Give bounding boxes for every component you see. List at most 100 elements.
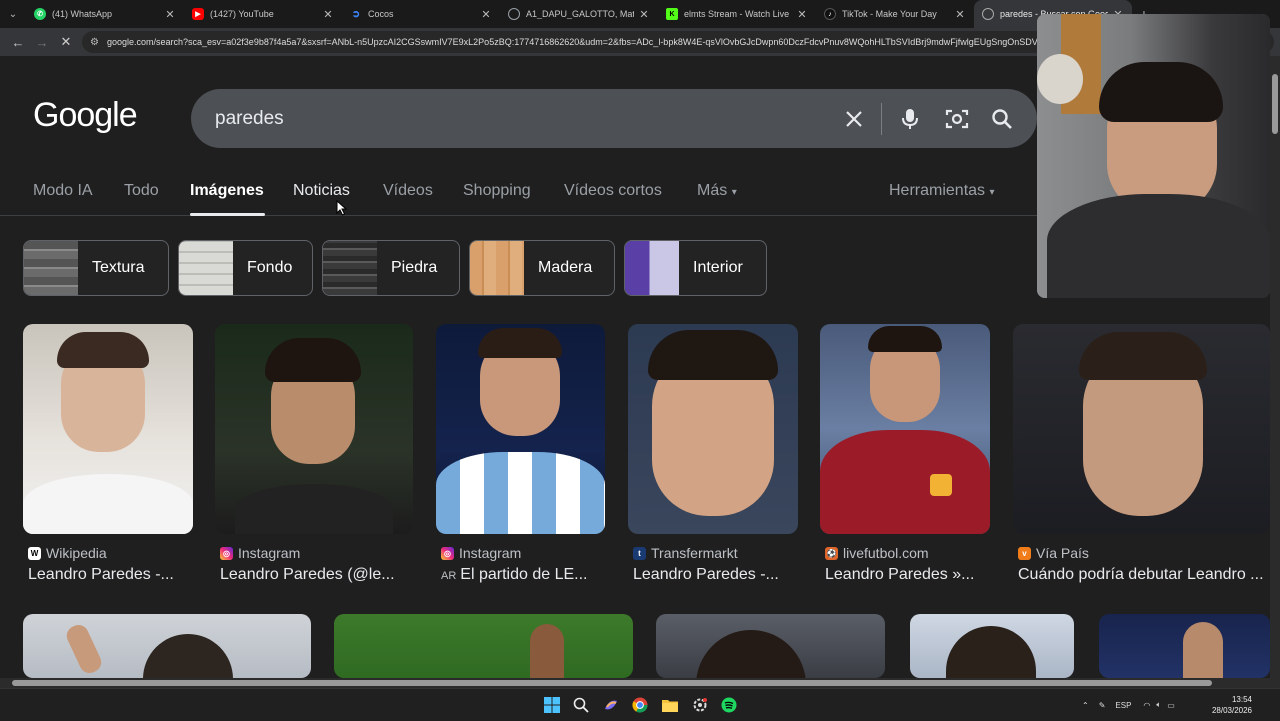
site-info-icon[interactable]: ⚙ [90, 37, 99, 48]
chip-label: Textura [92, 259, 145, 276]
tab-todo[interactable]: Todo [124, 182, 159, 200]
result-title-6[interactable]: Cuándo podría debutar Leandro ... [1018, 566, 1268, 584]
instagram-icon: ◎ [220, 546, 233, 560]
chip-madera[interactable]: Madera [469, 240, 615, 296]
chrome-icon[interactable] [630, 695, 650, 715]
shirt-shape [23, 474, 193, 534]
tab-shopping[interactable]: Shopping [463, 182, 531, 200]
result-source-2[interactable]: ◎ Instagram [220, 545, 300, 561]
result-image-11[interactable] [1099, 614, 1270, 678]
result-image-4[interactable] [628, 324, 798, 534]
chip-fondo[interactable]: Fondo [178, 240, 313, 296]
forward-icon[interactable]: → [30, 30, 54, 54]
browser-tab-cocos[interactable]: ➲ Cocos ✕ [342, 0, 500, 28]
result-image-7[interactable] [23, 614, 311, 678]
close-tab-icon[interactable]: ✕ [164, 8, 176, 21]
close-tab-icon[interactable]: ✕ [480, 8, 492, 21]
source-label: Wikipedia [46, 545, 107, 561]
result-title-2[interactable]: Leandro Paredes (@le... [220, 566, 415, 584]
result-image-8[interactable] [334, 614, 633, 678]
result-image-10[interactable] [910, 614, 1074, 678]
tools-button[interactable]: Herramientas ▾ [889, 182, 995, 200]
result-image-1[interactable] [23, 324, 193, 534]
browser-tab-youtube[interactable]: ▶ (1427) YouTube ✕ [184, 0, 342, 28]
clear-icon[interactable] [841, 106, 867, 132]
search-input[interactable]: paredes [215, 108, 284, 130]
volume-icon[interactable]: 🔈︎ [1156, 700, 1161, 710]
stop-loading-icon[interactable]: ✕ [54, 30, 78, 54]
chip-interior[interactable]: Interior [624, 240, 767, 296]
scroll-thumb[interactable] [1272, 74, 1278, 134]
wikipedia-icon: W [28, 546, 41, 560]
result-source-5[interactable]: ⚽ livefutbol.com [825, 545, 929, 561]
chip-textura[interactable]: Textura [23, 240, 169, 296]
close-tab-icon[interactable]: ✕ [322, 8, 334, 21]
result-source-6[interactable]: v Vía País [1018, 545, 1089, 561]
result-image-2[interactable] [215, 324, 413, 534]
result-image-9[interactable] [656, 614, 885, 678]
source-label: Vía País [1036, 545, 1089, 561]
file-explorer-icon[interactable] [660, 695, 680, 715]
url-text: google.com/search?sca_esv=a02f3e9b87f4a5… [106, 37, 1045, 47]
copilot-icon[interactable] [601, 695, 621, 715]
close-tab-icon[interactable]: ✕ [954, 8, 966, 21]
close-tab-icon[interactable]: ✕ [796, 8, 808, 21]
clock[interactable]: 13:54 28/03/2026 [1204, 694, 1252, 716]
tab-videos-cortos[interactable]: Vídeos cortos [564, 182, 662, 200]
result-source-1[interactable]: W Wikipedia [28, 545, 107, 561]
chevron-up-icon[interactable]: ⌃ [1082, 701, 1089, 710]
source-label: Instagram [459, 545, 522, 561]
tab-search-dropdown[interactable]: ⌄ [0, 0, 26, 28]
browser-tab-pdf[interactable]: A1_DAPU_GALOTTO, Matias.pd ✕ [500, 0, 658, 28]
wifi-icon[interactable]: ◠ [1143, 701, 1150, 710]
settings-icon[interactable] [690, 695, 710, 715]
result-source-4[interactable]: t Transfermarkt [633, 545, 738, 561]
spotify-icon[interactable] [719, 695, 739, 715]
windows-start-icon[interactable] [542, 695, 562, 715]
divider [881, 103, 882, 135]
search-box[interactable]: paredes [191, 89, 1037, 148]
lens-camera-icon[interactable] [944, 106, 970, 132]
browser-tab-whatsapp[interactable]: ✆ (41) WhatsApp ✕ [26, 0, 184, 28]
source-label: Transfermarkt [651, 545, 738, 561]
close-tab-icon[interactable]: ✕ [638, 8, 650, 21]
result-image-3[interactable] [436, 324, 605, 534]
chip-label: Piedra [391, 259, 438, 276]
battery-icon[interactable]: ▭ [1167, 701, 1175, 710]
pen-icon[interactable]: ✎ [1099, 701, 1106, 710]
google-logo[interactable]: Google [33, 96, 138, 135]
result-title-5[interactable]: Leandro Paredes »... [825, 566, 995, 584]
tab-modo-ia[interactable]: Modo IA [33, 182, 93, 200]
search-icon[interactable] [571, 695, 591, 715]
globe-icon [508, 8, 520, 20]
back-icon[interactable]: ← [6, 30, 30, 54]
result-title-1[interactable]: Leandro Paredes -... [28, 566, 193, 584]
search-icon[interactable] [989, 106, 1015, 132]
vertical-scrollbar[interactable] [1270, 56, 1280, 678]
tab-mas[interactable]: Más ▾ [697, 182, 737, 200]
hair-shape [648, 330, 778, 380]
caret-down-icon: ▾ [989, 187, 995, 198]
chip-piedra[interactable]: Piedra [322, 240, 460, 296]
chip-label: Interior [693, 259, 743, 276]
tab-imagenes[interactable]: Imágenes [190, 182, 264, 200]
tab-title: elmts Stream - Watch Live on K [684, 9, 792, 19]
scroll-thumb[interactable] [12, 680, 1212, 686]
result-title-4[interactable]: Leandro Paredes -... [633, 566, 798, 584]
kick-icon: K [666, 8, 678, 20]
tab-noticias[interactable]: Noticias [293, 182, 350, 200]
result-title-3[interactable]: AR El partido de LE... [441, 566, 606, 584]
instagram-icon: ◎ [441, 546, 454, 560]
result-image-5[interactable] [820, 324, 990, 534]
face-shape [530, 624, 564, 678]
result-source-3[interactable]: ◎ Instagram [441, 545, 521, 561]
browser-tab-tiktok[interactable]: ♪ TikTok - Make Your Day ✕ [816, 0, 974, 28]
webcam-overlay [1037, 14, 1270, 298]
browser-tab-kick[interactable]: K elmts Stream - Watch Live on K ✕ [658, 0, 816, 28]
tools-label: Herramientas [889, 182, 986, 199]
result-image-6[interactable] [1013, 324, 1270, 534]
tab-videos[interactable]: Vídeos [383, 182, 433, 200]
language-indicator[interactable]: ESP [1115, 701, 1131, 710]
microphone-icon[interactable] [897, 106, 923, 132]
horizontal-scrollbar[interactable] [0, 678, 1280, 688]
